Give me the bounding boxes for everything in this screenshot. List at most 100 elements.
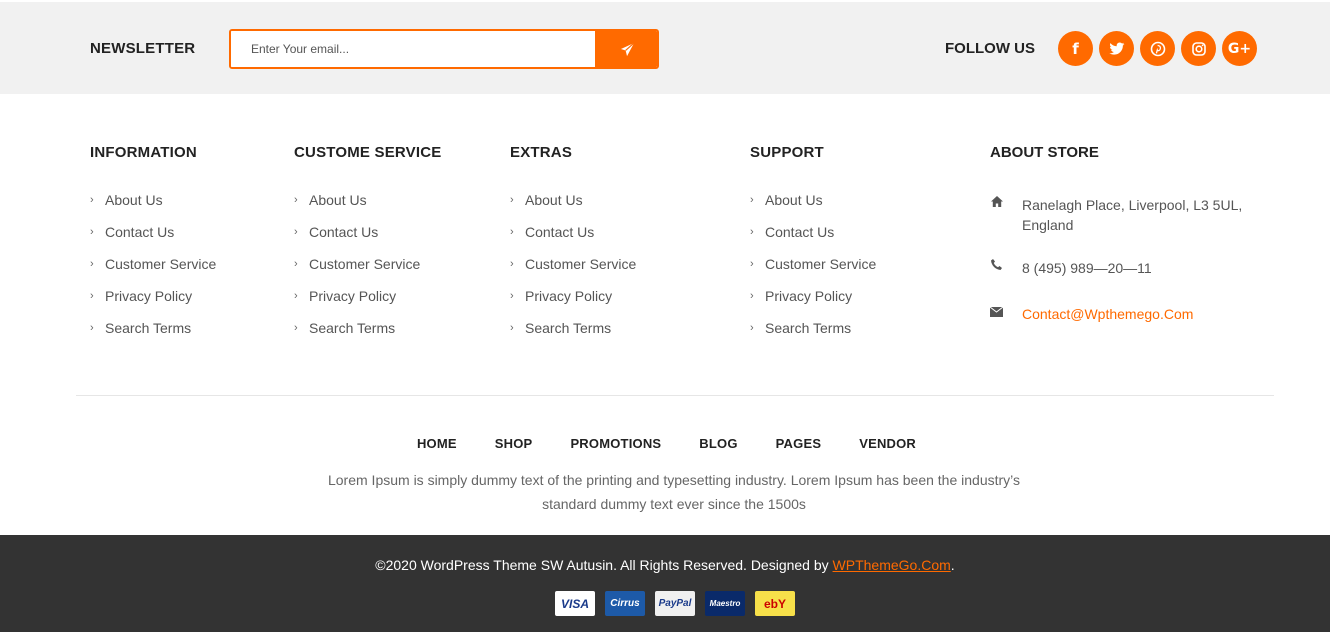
link-about-us[interactable]: About Us	[525, 192, 583, 208]
link-privacy-policy[interactable]: Privacy Policy	[309, 288, 396, 304]
chevron-right-icon: ›	[90, 226, 94, 238]
link-contact-us[interactable]: Contact Us	[309, 224, 378, 240]
link-customer-service[interactable]: Customer Service	[765, 256, 876, 272]
facebook-icon[interactable]: f	[1058, 31, 1093, 66]
link-about-us[interactable]: About Us	[309, 192, 367, 208]
list-item: › About Us	[294, 192, 441, 224]
list-item: › Privacy Policy	[750, 288, 876, 320]
newsletter-form	[229, 29, 659, 69]
payment-methods: VISA Cirrus PayPal Maestro ebY	[555, 591, 795, 616]
list-item: › About Us	[510, 192, 636, 224]
copyright-suffix: .	[950, 557, 955, 573]
link-search-terms[interactable]: Search Terms	[765, 320, 851, 336]
instagram-icon[interactable]	[1181, 31, 1216, 66]
chevron-right-icon: ›	[90, 290, 94, 302]
nav-promotions[interactable]: PROMOTIONS	[567, 436, 661, 451]
list-item: › About Us	[750, 192, 876, 224]
column-title: CUSTOME SERVICE	[294, 144, 442, 161]
list-item: › Privacy Policy	[294, 288, 441, 320]
column-title: SUPPORT	[750, 144, 824, 161]
list-item: › Contact Us	[750, 224, 876, 256]
social-links: f G+	[1058, 31, 1257, 66]
copyright: ©2020 WordPress Theme SW Autusin. All Ri…	[0, 557, 1330, 573]
link-contact-us[interactable]: Contact Us	[525, 224, 594, 240]
link-contact-us[interactable]: Contact Us	[105, 224, 174, 240]
phone-row: 8 (495) 989—20—11	[990, 258, 1262, 278]
bottom-nav: HOME SHOP PROMOTIONS BLOG PAGES VENDOR	[0, 436, 1330, 451]
chevron-right-icon: ›	[510, 226, 514, 238]
list-item: › Customer Service	[750, 256, 876, 288]
list-item: › Search Terms	[90, 320, 216, 352]
chevron-right-icon: ›	[510, 322, 514, 334]
nav-blog[interactable]: BLOG	[696, 436, 737, 451]
link-customer-service[interactable]: Customer Service	[309, 256, 420, 272]
list-item: › Customer Service	[294, 256, 441, 288]
column-support: SUPPORT › About Us › Contact Us › Customer …	[750, 144, 876, 352]
google-plus-icon[interactable]: G+	[1222, 31, 1257, 66]
chevron-right-icon: ›	[510, 290, 514, 302]
store-email-link[interactable]: Contact@Wpthemego.Com	[1022, 304, 1262, 324]
ebay-icon: ebY	[755, 591, 795, 616]
list-item: › Search Terms	[294, 320, 441, 352]
nav-pages[interactable]: PAGES	[773, 436, 822, 451]
chevron-right-icon: ›	[750, 290, 754, 302]
link-contact-us[interactable]: Contact Us	[765, 224, 834, 240]
chevron-right-icon: ›	[750, 194, 754, 206]
home-icon	[990, 195, 1022, 235]
column-custome-service: CUSTOME SERVICE › About Us › Contact Us › C…	[294, 144, 441, 352]
link-search-terms[interactable]: Search Terms	[525, 320, 611, 336]
newsletter-label: NEWSLETTER	[90, 40, 196, 57]
list-item: › Contact Us	[90, 224, 216, 256]
column-extras: EXTRAS › About Us › Contact Us › Customer S…	[510, 144, 636, 352]
column-title: INFORMATION	[90, 144, 197, 161]
maestro-icon: Maestro	[705, 591, 745, 616]
newsletter-bar: NEWSLETTER FOLLOW US f G+	[0, 2, 1330, 94]
link-privacy-policy[interactable]: Privacy Policy	[105, 288, 192, 304]
footer-description: Lorem Ipsum is simply dummy text of the …	[327, 472, 1021, 512]
link-privacy-policy[interactable]: Privacy Policy	[765, 288, 852, 304]
list-item: › Privacy Policy	[510, 288, 636, 320]
cirrus-icon: Cirrus	[605, 591, 645, 616]
store-phone: 8 (495) 989—20—11	[1022, 260, 1152, 276]
divider	[76, 395, 1274, 396]
chevron-right-icon: ›	[750, 258, 754, 270]
link-about-us[interactable]: About Us	[765, 192, 823, 208]
newsletter-submit-button[interactable]	[595, 31, 657, 67]
envelope-icon	[989, 304, 1022, 324]
chevron-right-icon: ›	[510, 258, 514, 270]
list-item: › About Us	[90, 192, 216, 224]
visa-icon: VISA	[555, 591, 595, 616]
chevron-right-icon: ›	[294, 226, 298, 238]
link-customer-service[interactable]: Customer Service	[525, 256, 636, 272]
email-row: Contact@Wpthemego.Com	[989, 304, 1262, 324]
column-information: INFORMATION › About Us › Contact Us › Custo…	[90, 144, 216, 352]
chevron-right-icon: ›	[294, 194, 298, 206]
list-item: › Customer Service	[510, 256, 636, 288]
chevron-right-icon: ›	[750, 322, 754, 334]
about-store: ABOUT STORE Ranelagh Place, Liverpool, L…	[989, 144, 1270, 322]
copyright-text: ©2020 WordPress Theme SW Autusin. All Ri…	[375, 557, 833, 573]
link-about-us[interactable]: About Us	[105, 192, 163, 208]
nav-shop[interactable]: SHOP	[492, 436, 533, 451]
footer-bar: ©2020 WordPress Theme SW Autusin. All Ri…	[0, 535, 1330, 632]
nav-vendor[interactable]: VENDOR	[856, 436, 916, 451]
chevron-right-icon: ›	[294, 258, 298, 270]
chevron-right-icon: ›	[510, 194, 514, 206]
chevron-right-icon: ›	[90, 194, 94, 206]
pinterest-icon[interactable]	[1140, 31, 1175, 66]
store-address: Ranelagh Place, Liverpool, L3 5UL, Engla…	[1022, 197, 1243, 233]
column-title: EXTRAS	[510, 144, 573, 161]
link-customer-service[interactable]: Customer Service	[105, 256, 216, 272]
paypal-icon: PayPal	[655, 591, 695, 616]
link-search-terms[interactable]: Search Terms	[105, 320, 191, 336]
designer-link[interactable]: WPThemeGo.Com	[833, 557, 951, 573]
chevron-right-icon: ›	[294, 290, 298, 302]
nav-home[interactable]: HOME	[414, 436, 457, 451]
phone-icon	[990, 258, 1022, 278]
newsletter-email-input[interactable]	[231, 31, 595, 67]
link-privacy-policy[interactable]: Privacy Policy	[525, 288, 612, 304]
link-search-terms[interactable]: Search Terms	[309, 320, 395, 336]
twitter-icon[interactable]	[1099, 31, 1134, 66]
chevron-right-icon: ›	[294, 322, 298, 334]
list-item: › Customer Service	[90, 256, 216, 288]
